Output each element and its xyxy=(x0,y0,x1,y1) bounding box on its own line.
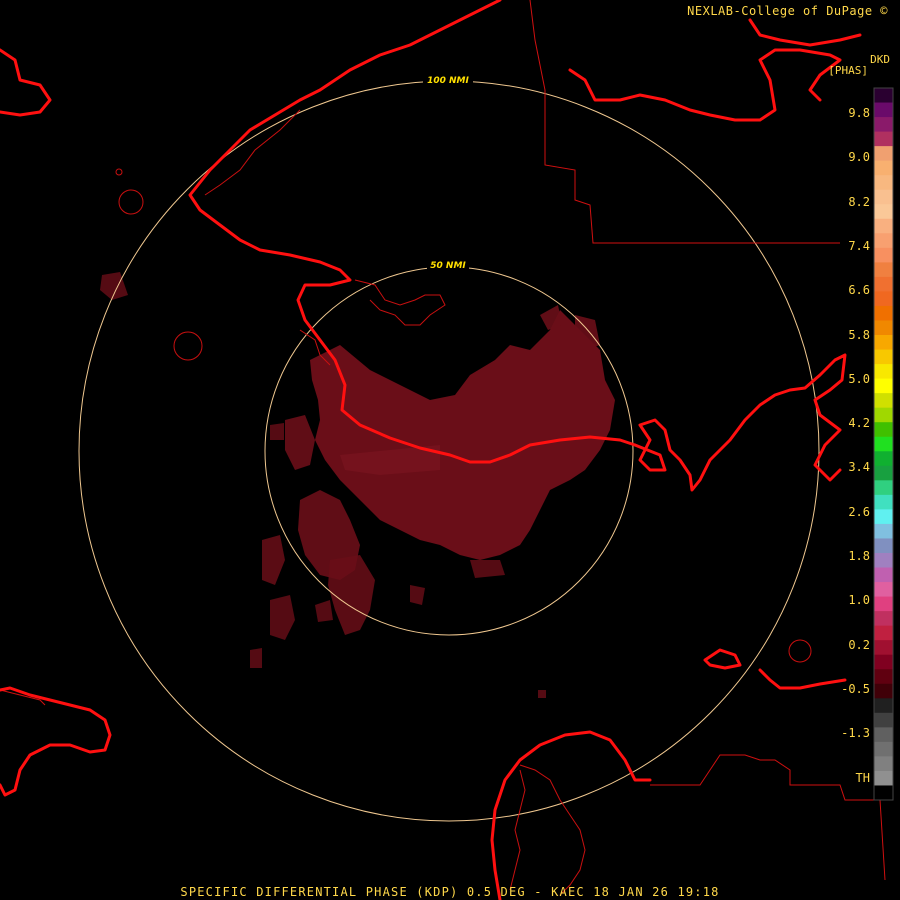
legend-swatch xyxy=(874,378,893,394)
legend-label: -1.3 xyxy=(841,726,870,741)
legend-swatch xyxy=(874,494,893,510)
legend-swatch xyxy=(874,756,893,772)
legend-swatch xyxy=(874,305,893,321)
legend-swatch xyxy=(874,102,893,118)
legend-label: 5.8 xyxy=(848,327,870,342)
legend-swatch xyxy=(874,160,893,176)
legend-swatch xyxy=(874,189,893,205)
legend-label: 6.6 xyxy=(848,283,870,298)
legend-label: 7.4 xyxy=(848,238,870,253)
legend-swatch xyxy=(874,131,893,147)
product-caption: SPECIFIC DIFFERENTIAL PHASE (KDP) 0.5 DE… xyxy=(180,885,720,899)
outer-ring-label: 100 NMI xyxy=(427,76,469,86)
legend-swatch xyxy=(874,335,893,351)
legend-label: TH xyxy=(855,770,870,785)
inner-ring-label: 50 NMI xyxy=(430,261,466,271)
legend-swatch xyxy=(874,349,893,365)
legend-swatch xyxy=(874,552,893,569)
legend-swatch xyxy=(874,233,893,249)
legend-label: 0.2 xyxy=(848,637,870,652)
legend-swatch xyxy=(874,611,893,627)
legend-swatch xyxy=(874,785,893,801)
color-scale-legend xyxy=(873,87,894,801)
legend-label: 9.8 xyxy=(848,106,870,120)
legend-label: 5.0 xyxy=(848,371,870,386)
legend-swatch xyxy=(874,146,893,162)
legend-swatch xyxy=(874,654,893,670)
legend-swatch xyxy=(874,727,893,743)
credit-text: NEXLAB-College of DuPage © xyxy=(687,4,888,18)
legend-swatch xyxy=(874,538,893,554)
legend-swatch xyxy=(874,436,893,452)
precipitation-echoes xyxy=(100,272,615,698)
legend-swatch xyxy=(874,204,893,220)
legend-swatch xyxy=(874,640,893,656)
range-ring-labels: 50 NMI 100 NMI xyxy=(423,74,473,271)
legend-swatch xyxy=(874,669,893,685)
legend-swatch xyxy=(874,117,893,133)
legend-swatch xyxy=(874,509,893,525)
legend-swatch xyxy=(874,683,893,699)
legend-swatch xyxy=(874,770,893,786)
legend-swatch xyxy=(874,262,893,278)
legend-swatch xyxy=(874,175,893,191)
legend-label: 3.4 xyxy=(848,460,870,475)
legend-swatch xyxy=(874,567,893,583)
legend-swatch xyxy=(874,451,893,467)
radar-map: 50 NMI 100 NMI xyxy=(0,0,894,900)
legend-swatch xyxy=(874,407,893,423)
legend-label: -0.5 xyxy=(841,681,870,696)
legend-swatch xyxy=(874,291,893,307)
legend-swatch xyxy=(874,712,893,728)
legend-swatch xyxy=(874,523,893,539)
legend-label: 9.0 xyxy=(848,150,870,165)
legend-swatch xyxy=(874,625,893,641)
legend-label: 4.2 xyxy=(848,416,870,431)
legend-swatch xyxy=(874,480,893,496)
legend-swatch xyxy=(874,393,893,409)
legend-swatch xyxy=(874,582,893,598)
legend-label: 2.6 xyxy=(848,504,870,519)
legend-label: 1.8 xyxy=(848,549,870,563)
legend-swatch xyxy=(874,422,893,438)
legend-swatch xyxy=(874,364,893,380)
legend-swatch xyxy=(874,320,893,336)
legend-swatch xyxy=(874,247,893,263)
legend-swatch xyxy=(874,698,893,714)
legend-swatch xyxy=(874,741,893,757)
legend-swatch xyxy=(874,88,893,104)
legend-label: 1.0 xyxy=(848,593,870,608)
legend-swatch xyxy=(874,465,893,481)
legend-swatch xyxy=(874,218,893,234)
coastlines xyxy=(0,0,862,900)
legend-product-code: DKD xyxy=(870,53,890,66)
legend-swatch xyxy=(874,596,893,612)
legend-unit: [PHAS] xyxy=(828,64,868,77)
legend-swatch xyxy=(874,276,893,292)
legend-label: 8.2 xyxy=(848,194,870,209)
